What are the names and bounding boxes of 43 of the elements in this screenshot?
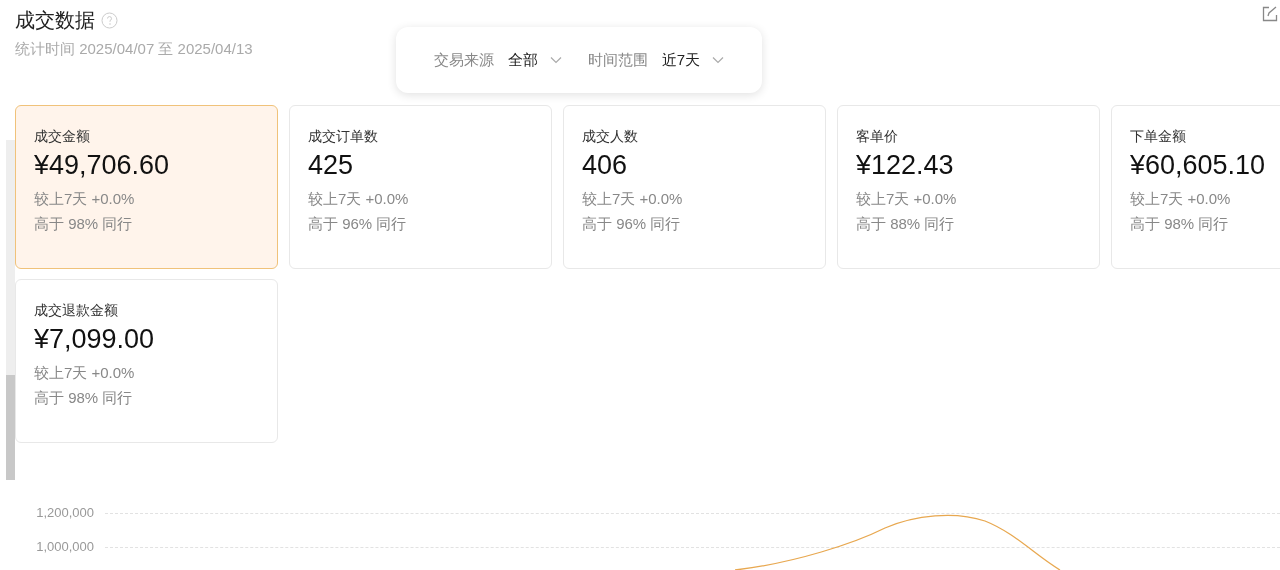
- metric-compare: 较上7天 +0.0%: [856, 189, 958, 209]
- metric-card[interactable]: 客单价 ¥122.43 较上7天 +0.0% 高于 88% 同行: [837, 105, 1100, 269]
- metric-value: ¥122.43: [856, 149, 955, 182]
- metric-card[interactable]: 下单金额 ¥60,605.10 较上7天 +0.0% 高于 98% 同行: [1111, 105, 1280, 269]
- metric-card[interactable]: 成交金额 ¥49,706.60 较上7天 +0.0% 高于 98% 同行: [15, 105, 278, 269]
- metric-compare: 较上7天 +0.0%: [34, 189, 136, 209]
- metric-value: ¥60,605.10: [1130, 149, 1267, 182]
- metric-title: 成交人数: [582, 127, 639, 146]
- filter-label: 交易来源: [433, 49, 494, 70]
- section-title: 成交数据: [15, 8, 95, 33]
- metric-compare: 较上7天 +0.0%: [582, 189, 684, 209]
- metric-title: 客单价: [856, 127, 899, 146]
- metric-rank: 高于 98% 同行: [34, 388, 134, 408]
- axis-label: 1,200,000: [35, 504, 95, 523]
- metric-rank: 高于 98% 同行: [1130, 214, 1230, 234]
- metric-card[interactable]: 成交退款金额 ¥7,099.00 较上7天 +0.0% 高于 98% 同行: [15, 279, 278, 443]
- edit-icon[interactable]: [1262, 6, 1278, 22]
- chevron-down-icon: [712, 56, 724, 64]
- filter-dropdown[interactable]: 近7天: [661, 48, 724, 72]
- chevron-down-icon: [549, 56, 562, 64]
- metric-value: 425: [308, 149, 355, 182]
- metric-value: ¥49,706.60: [34, 149, 171, 182]
- help-icon[interactable]: [101, 11, 118, 29]
- metric-value: 406: [582, 149, 629, 182]
- metric-compare: 较上7天 +0.0%: [308, 189, 410, 209]
- metric-compare: 较上7天 +0.0%: [1130, 189, 1232, 209]
- period-text: 统计时间 2025/04/07 至 2025/04/13: [15, 39, 253, 59]
- metric-card[interactable]: 成交人数 406 较上7天 +0.0% 高于 96% 同行: [563, 105, 826, 269]
- metric-compare: 较上7天 +0.0%: [34, 363, 136, 383]
- metric-card[interactable]: 成交订单数 425 较上7天 +0.0% 高于 96% 同行: [289, 105, 552, 269]
- filter-dropdown[interactable]: 全部: [507, 48, 562, 72]
- metric-rank: 高于 96% 同行: [308, 214, 408, 234]
- metric-rank: 高于 96% 同行: [582, 214, 682, 234]
- scrollbar[interactable]: [6, 140, 15, 480]
- metric-value: ¥7,099.00: [34, 323, 156, 356]
- metric-rank: 高于 88% 同行: [856, 214, 956, 234]
- metric-title: 成交退款金额: [34, 301, 119, 320]
- metric-title: 成交金额: [34, 127, 91, 146]
- axis-label: 1,000,000: [35, 538, 95, 557]
- metric-title: 下单金额: [1130, 127, 1187, 146]
- metric-rank: 高于 98% 同行: [34, 214, 134, 234]
- filter-label: 时间范围: [587, 49, 648, 70]
- metric-title: 成交订单数: [308, 127, 379, 146]
